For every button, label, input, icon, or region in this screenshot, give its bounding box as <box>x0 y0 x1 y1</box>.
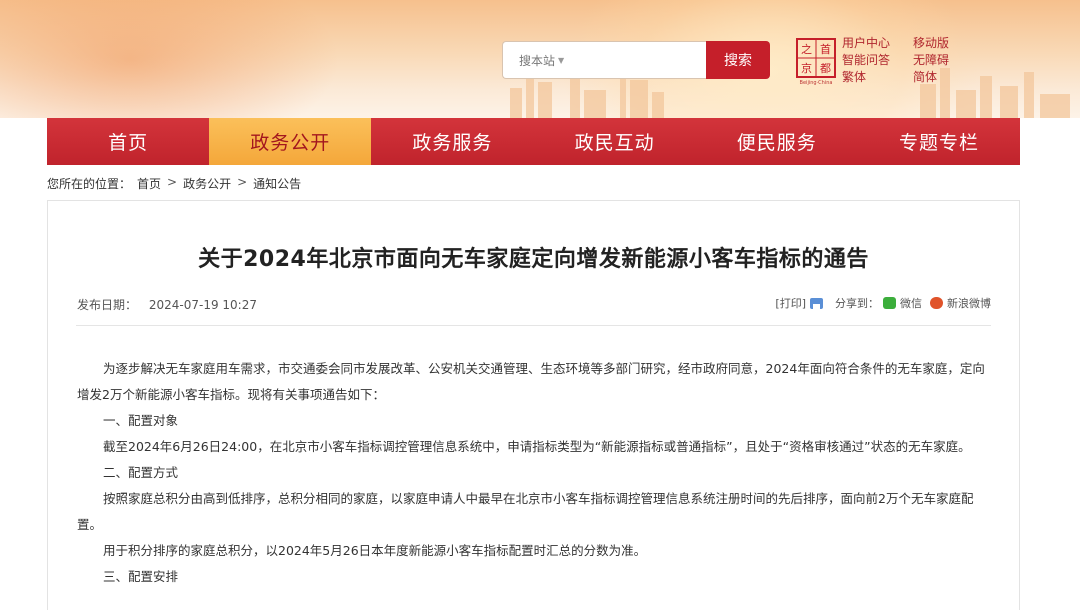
breadcrumb-separator: > <box>167 175 178 189</box>
nav-item-public-interaction[interactable]: 政民互动 <box>534 118 696 165</box>
mobile-version-link[interactable]: 移动版 <box>913 35 949 52</box>
seal-char: 都 <box>820 62 831 75</box>
nav-item-government-affairs-open[interactable]: 政务公开 <box>209 118 372 165</box>
breadcrumb-label: 您所在的位置： <box>47 177 132 191</box>
article-paragraph: 为逐步解决无车家庭用车需求，市交通委会同市发展改革、公安机关交通管理、生态环境等… <box>77 361 985 402</box>
share-label: 分享到： <box>835 297 879 310</box>
section-heading: 三、配置安排 <box>103 569 179 584</box>
share-weibo-link[interactable]: 新浪微博 <box>947 295 991 311</box>
search-scope-label: 搜本站 <box>519 53 556 68</box>
share-wechat-link[interactable]: 微信 <box>900 295 922 311</box>
article-body: 为逐步解决无车家庭用车需求，市交通委会同市发展改革、公安机关交通管理、生态环境等… <box>77 356 993 590</box>
breadcrumb: 您所在的位置： 首页 > 政务公开 > 通知公告 <box>47 175 301 192</box>
print-link[interactable]: [打印] <box>775 295 806 311</box>
article-paragraph: 用于积分排序的家庭总积分，以2024年5月26日本年度新能源小客车指标配置时汇总… <box>103 543 647 558</box>
article-paragraph: 按照家庭总积分由高到低排序，总积分相同的家庭，以家庭申请人中最早在北京市小客车指… <box>77 491 974 532</box>
seal-char: 之 <box>801 42 812 56</box>
traditional-chinese-link[interactable]: 繁体 <box>842 69 890 86</box>
section-heading: 一、配置对象 <box>103 413 179 428</box>
wechat-icon[interactable] <box>883 297 896 309</box>
search-button[interactable]: 搜索 <box>706 41 770 79</box>
main-nav: 首页 政务公开 政务服务 政民互动 便民服务 专题专栏 <box>47 118 1020 165</box>
publish-date-label: 发布日期： <box>77 298 138 312</box>
section-heading: 二、配置方式 <box>103 465 179 480</box>
article-title: 关于2024年北京市面向无车家庭定向增发新能源小客车指标的通告 <box>198 247 869 272</box>
simplified-chinese-link[interactable]: 简体 <box>913 69 949 86</box>
chevron-down-icon: ▼ <box>558 55 565 65</box>
breadcrumb-separator: > <box>237 175 248 189</box>
share-bar: [打印] 分享到： 微信 新浪微博 <box>775 295 991 311</box>
article-card: 关于2024年北京市面向无车家庭定向增发新能源小客车指标的通告 发布日期： 20… <box>47 200 1020 610</box>
smart-qa-link[interactable]: 智能问答 <box>842 52 890 69</box>
publish-date: 发布日期： 2024-07-19 10:27 <box>77 296 257 313</box>
beijing-seal-logo[interactable]: 之 首 京 都 <box>796 38 836 78</box>
publish-date-value: 2024-07-19 10:27 <box>148 298 257 312</box>
nav-item-convenience-services[interactable]: 便民服务 <box>696 118 858 165</box>
search-input[interactable]: 搜本站 ▼ <box>502 41 706 79</box>
seal-char: 京 <box>801 61 812 75</box>
header-banner: 搜本站 ▼ 搜索 之 首 京 都 Beijing·China 用户中心 智能问答… <box>0 0 1080 118</box>
weibo-icon[interactable] <box>930 297 943 309</box>
breadcrumb-item-home[interactable]: 首页 <box>137 175 161 192</box>
seal-caption: Beijing·China <box>799 80 833 86</box>
breadcrumb-item-government-affairs-open[interactable]: 政务公开 <box>183 175 231 192</box>
nav-item-home[interactable]: 首页 <box>47 118 209 165</box>
user-center-link[interactable]: 用户中心 <box>842 35 890 52</box>
article-paragraph: 截至2024年6月26日24:00，在北京市小客车指标调控管理信息系统中，申请指… <box>103 439 971 454</box>
breadcrumb-item-notices[interactable]: 通知公告 <box>253 175 301 192</box>
header-tools-left: 用户中心 智能问答 繁体 <box>842 35 890 86</box>
title-divider <box>76 325 991 326</box>
nav-item-government-services[interactable]: 政务服务 <box>371 118 533 165</box>
accessibility-link[interactable]: 无障碍 <box>913 52 949 69</box>
nav-item-special-topics[interactable]: 专题专栏 <box>858 118 1020 165</box>
seal-char: 首 <box>820 42 831 56</box>
banner-glow-left <box>0 0 340 118</box>
search-scope-dropdown[interactable]: 搜本站 ▼ <box>519 52 564 69</box>
header-tools-right: 移动版 无障碍 简体 <box>913 35 949 86</box>
printer-icon[interactable] <box>810 297 823 309</box>
